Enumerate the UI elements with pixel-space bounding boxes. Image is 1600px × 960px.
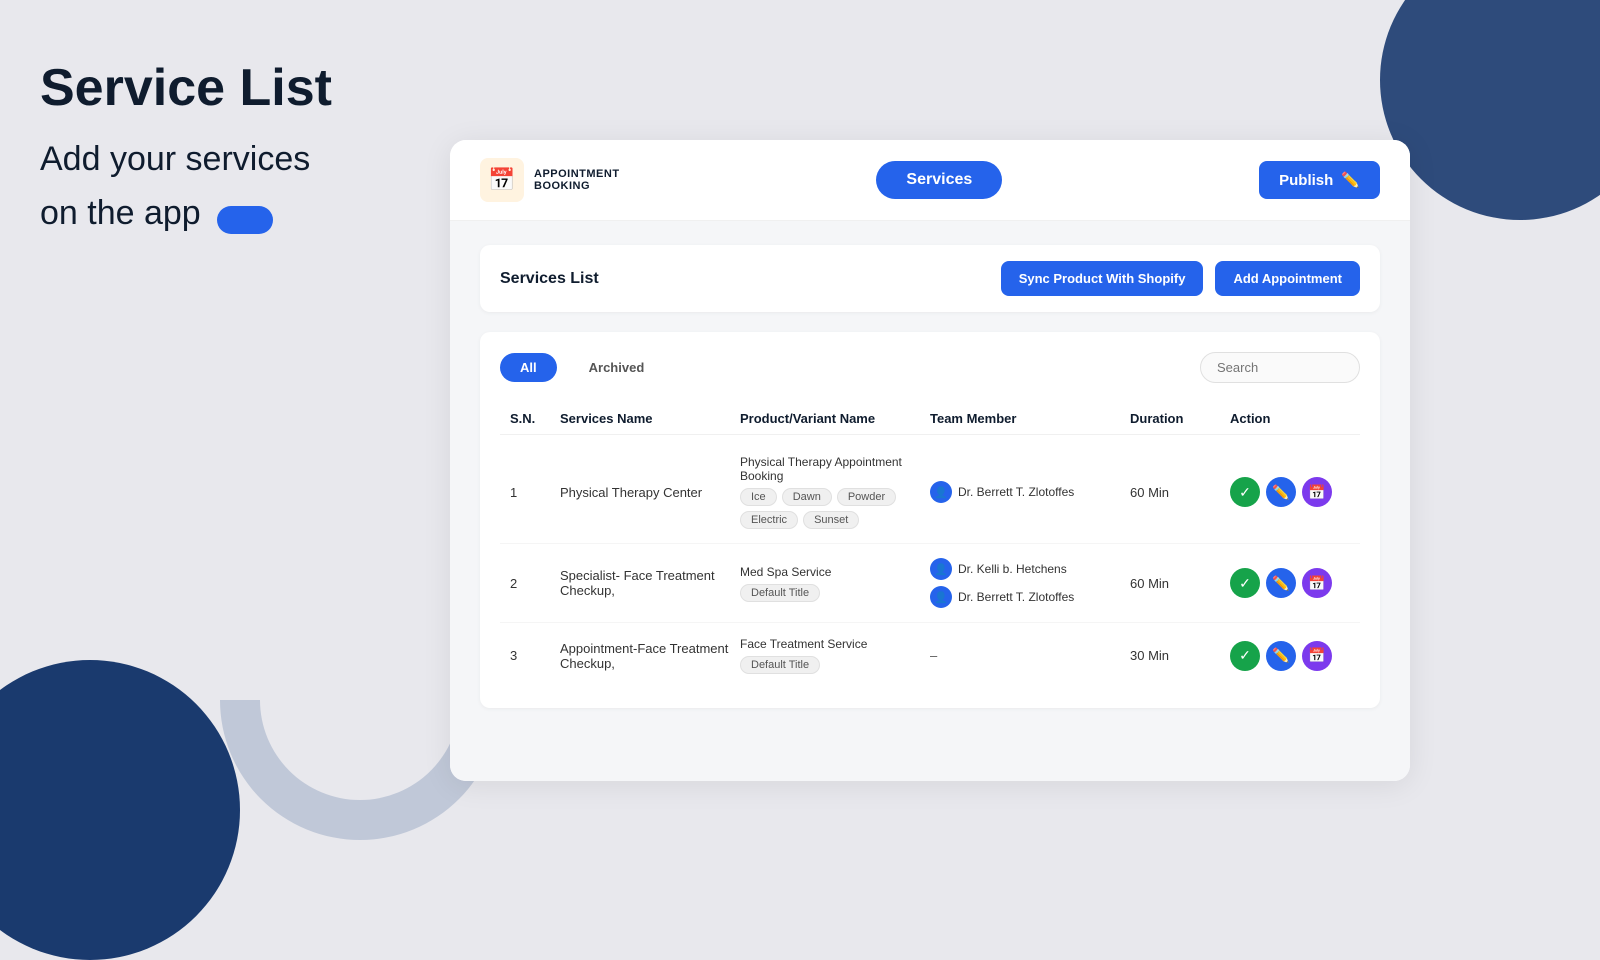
row-3-team-col: – — [930, 648, 1130, 663]
left-panel: Service List Add your services on the ap… — [40, 60, 420, 236]
row-3-calendar-button[interactable]: 📅 — [1302, 641, 1332, 671]
row-1-service-name: Physical Therapy Center — [560, 485, 740, 500]
col-services-name: Services Name — [560, 411, 740, 426]
team-member: 👤 Dr. Berrett T. Zlotoffes — [930, 586, 1130, 608]
team-member: 👤 Dr. Berrett T. Zlotoffes — [930, 481, 1130, 503]
table-card: All Archived S.N. Services Name Product/… — [480, 332, 1380, 708]
header-actions: Sync Product With Shopify Add Appointmen… — [1001, 261, 1360, 296]
row-3-duration: 30 Min — [1130, 648, 1230, 663]
row-2-variant-tags: Default Title — [740, 584, 930, 602]
row-2-edit-button[interactable]: ✏️ — [1266, 568, 1296, 598]
logo-text: APPOINTMENT BOOKING — [534, 168, 620, 192]
table-row: 2 Specialist- Face Treatment Checkup, Me… — [500, 544, 1360, 623]
bg-decoration-top-right — [1380, 0, 1600, 220]
row-2-team-col: 👤 Dr. Kelli b. Hetchens 👤 Dr. Berrett T.… — [930, 558, 1130, 608]
variant-tag: Ice — [740, 488, 777, 506]
variant-tag: Default Title — [740, 656, 820, 674]
table-row: 3 Appointment-Face Treatment Checkup, Fa… — [500, 623, 1360, 688]
row-1-product-col: Physical Therapy Appointment Booking Ice… — [740, 455, 930, 529]
row-1-product-name: Physical Therapy Appointment Booking — [740, 455, 930, 483]
row-3-check-button[interactable]: ✓ — [1230, 641, 1260, 671]
content-area: Services List Sync Product With Shopify … — [450, 221, 1410, 781]
row-2-product-col: Med Spa Service Default Title — [740, 565, 930, 602]
tab-archived[interactable]: Archived — [569, 353, 665, 382]
row-1-calendar-button[interactable]: 📅 — [1302, 477, 1332, 507]
filter-bar: All Archived — [500, 352, 1360, 383]
table-row: 1 Physical Therapy Center Physical Thera… — [500, 441, 1360, 544]
row-3-actions: ✓ ✏️ 📅 — [1230, 641, 1350, 671]
avatar: 👤 — [930, 558, 952, 580]
app-logo: 📅 APPOINTMENT BOOKING — [480, 158, 620, 202]
row-1-num: 1 — [510, 485, 560, 500]
row-2-check-button[interactable]: ✓ — [1230, 568, 1260, 598]
row-3-no-team: – — [930, 648, 1130, 663]
services-list-header: Services List Sync Product With Shopify … — [480, 245, 1380, 312]
nav-services-button[interactable]: Services — [876, 161, 1002, 199]
row-3-service-name: Appointment-Face Treatment Checkup, — [560, 641, 740, 671]
row-2-actions: ✓ ✏️ 📅 — [1230, 568, 1350, 598]
publish-button[interactable]: Publish ✏️ — [1259, 161, 1380, 199]
col-action: Action — [1230, 411, 1350, 426]
page-title: Service List — [40, 60, 420, 117]
avatar: 👤 — [930, 481, 952, 503]
filter-tabs: All Archived — [500, 353, 664, 382]
row-1-edit-button[interactable]: ✏️ — [1266, 477, 1296, 507]
row-2-duration: 60 Min — [1130, 576, 1230, 591]
app-header: 📅 APPOINTMENT BOOKING Services Publish ✏… — [450, 140, 1410, 221]
row-2-calendar-button[interactable]: 📅 — [1302, 568, 1332, 598]
row-1-duration: 60 Min — [1130, 485, 1230, 500]
row-1-actions: ✓ ✏️ 📅 — [1230, 477, 1350, 507]
avatar: 👤 — [930, 586, 952, 608]
toggle-pill[interactable] — [217, 206, 273, 234]
row-3-variant-tags: Default Title — [740, 656, 930, 674]
row-2-service-name: Specialist- Face Treatment Checkup, — [560, 568, 740, 598]
search-input[interactable] — [1200, 352, 1360, 383]
variant-tag: Sunset — [803, 511, 859, 529]
services-list-title: Services List — [500, 270, 599, 288]
tab-all[interactable]: All — [500, 353, 557, 382]
row-1-team-col: 👤 Dr. Berrett T. Zlotoffes — [930, 481, 1130, 503]
row-3-num: 3 — [510, 648, 560, 663]
variant-tag: Electric — [740, 511, 798, 529]
row-1-variant-tags: Ice Dawn Powder Electric Sunset — [740, 488, 930, 529]
row-2-num: 2 — [510, 576, 560, 591]
row-2-product-name: Med Spa Service — [740, 565, 930, 579]
row-3-product-name: Face Treatment Service — [740, 637, 930, 651]
variant-tag: Powder — [837, 488, 896, 506]
logo-icon: 📅 — [480, 158, 524, 202]
col-product-variant: Product/Variant Name — [740, 411, 930, 426]
variant-tag: Dawn — [782, 488, 832, 506]
col-duration: Duration — [1130, 411, 1230, 426]
add-appointment-button[interactable]: Add Appointment — [1215, 261, 1360, 296]
row-3-edit-button[interactable]: ✏️ — [1266, 641, 1296, 671]
table-header: S.N. Services Name Product/Variant Name … — [500, 403, 1360, 435]
row-3-product-col: Face Treatment Service Default Title — [740, 637, 930, 674]
row-1-check-button[interactable]: ✓ — [1230, 477, 1260, 507]
publish-icon: ✏️ — [1341, 171, 1360, 189]
team-member: 👤 Dr. Kelli b. Hetchens — [930, 558, 1130, 580]
variant-tag: Default Title — [740, 584, 820, 602]
col-team-member: Team Member — [930, 411, 1130, 426]
bg-decoration-bottom-left — [0, 660, 240, 960]
page-subtitle: Add your services on the app — [40, 137, 420, 235]
main-card: 📅 APPOINTMENT BOOKING Services Publish ✏… — [450, 140, 1410, 781]
sync-shopify-button[interactable]: Sync Product With Shopify — [1001, 261, 1204, 296]
col-sn: S.N. — [510, 411, 560, 426]
